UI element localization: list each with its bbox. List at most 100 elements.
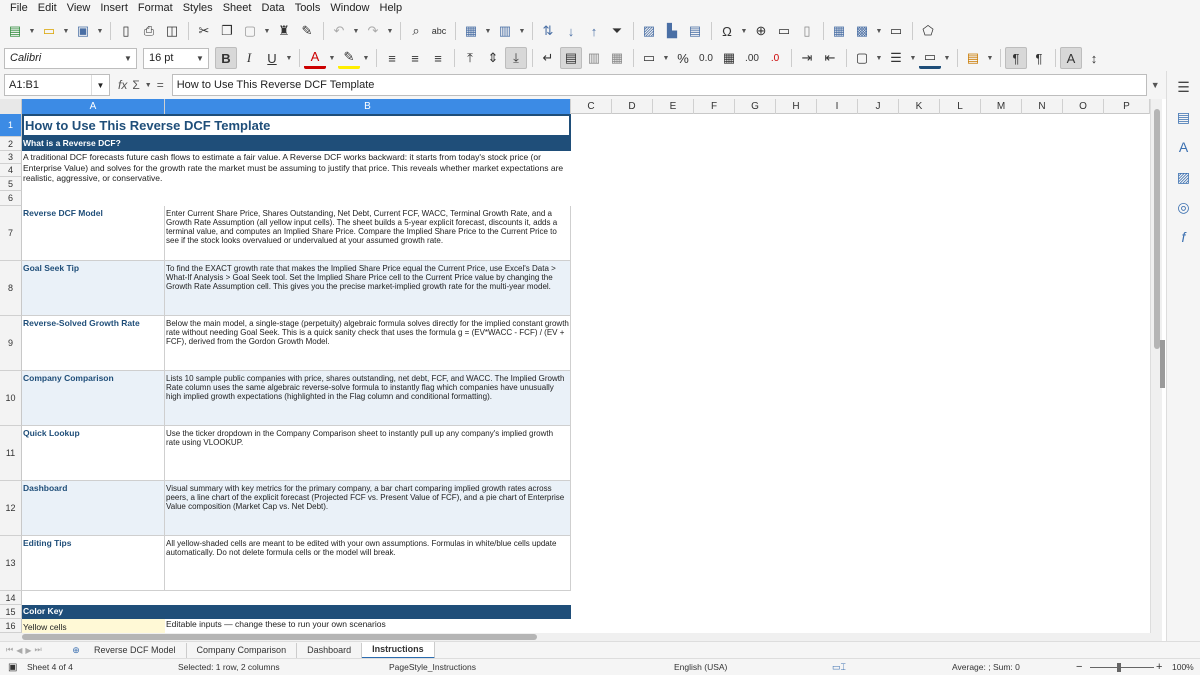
item-label-quick-lookup[interactable]: Quick Lookup — [22, 426, 165, 481]
menu-sheet[interactable]: Sheet — [218, 0, 257, 17]
bold-button[interactable]: B — [215, 47, 237, 69]
decrease-indent-icon[interactable]: ⇤ — [819, 47, 841, 69]
tab-dashboard[interactable]: Dashboard — [297, 642, 363, 658]
item-text-reverse-dcf-model[interactable]: Enter Current Share Price, Shares Outsta… — [165, 206, 571, 261]
selection-mode-icon[interactable]: ▭⌶ — [832, 659, 846, 675]
tab-company-comparison[interactable]: Company Comparison — [187, 642, 298, 658]
row-header[interactable]: 9 — [0, 316, 22, 371]
show-draw-functions-icon[interactable]: ⬠ — [917, 20, 939, 42]
column-header-g[interactable]: G — [735, 99, 776, 114]
row-header[interactable]: 8 — [0, 261, 22, 316]
page-style[interactable]: PageStyle_Instructions — [389, 659, 476, 675]
highlight-color-icon[interactable]: ✎ — [338, 47, 360, 69]
column-header-d[interactable]: D — [612, 99, 653, 114]
open-folder-icon[interactable]: ▭ — [38, 20, 60, 42]
tab-reverse-dcf-model[interactable]: Reverse DCF Model — [84, 642, 187, 658]
insert-image-icon[interactable]: ▨ — [638, 20, 660, 42]
last-sheet-icon[interactable]: ⏭ — [35, 645, 42, 655]
sheet-title-cell[interactable]: How to Use This Reverse DCF Template — [22, 114, 571, 137]
italic-button[interactable]: I — [238, 47, 260, 69]
vertical-scroll-thumb[interactable] — [1154, 109, 1160, 349]
menu-format[interactable]: Format — [133, 0, 178, 17]
column-header-a[interactable]: A — [22, 99, 165, 114]
properties-icon[interactable]: ▤ — [1174, 107, 1194, 127]
border-color-dropdown-icon[interactable]: ▼ — [942, 47, 952, 69]
insert-pivot-table-icon[interactable]: ▤ — [684, 20, 706, 42]
row-header[interactable]: 7 — [0, 206, 22, 261]
navigator-icon[interactable]: ◎ — [1174, 197, 1194, 217]
print-icon[interactable]: ⎙ — [138, 20, 160, 42]
comment-icon[interactable]: ▭ — [773, 20, 795, 42]
border-style-icon[interactable]: ☰ — [885, 47, 907, 69]
underline-dropdown-icon[interactable]: ▼ — [284, 47, 294, 69]
cut-icon[interactable]: ✂ — [193, 20, 215, 42]
row-header[interactable]: 12 — [0, 481, 22, 536]
headers-footers-icon[interactable]: ▯ — [796, 20, 818, 42]
new-dropdown-icon[interactable]: ▼ — [27, 20, 37, 42]
menu-window[interactable]: Window — [325, 0, 374, 17]
column-header-k[interactable]: K — [899, 99, 940, 114]
font-size-combo[interactable]: 16 pt ▼ — [143, 47, 209, 69]
item-text-reverse-solved-growth-rate[interactable]: Below the main model, a single-stage (pe… — [165, 316, 571, 371]
spreadsheet-grid[interactable]: A B C D E F G H I J K L M N O P 1 2 3 4 … — [0, 99, 1162, 633]
conditional-format-dropdown-icon[interactable]: ▼ — [985, 47, 995, 69]
chevron-down-icon[interactable]: ▼ — [91, 75, 109, 95]
item-text-goal-seek-tip[interactable]: To find the EXACT growth rate that makes… — [165, 261, 571, 316]
autofilter-icon[interactable]: ⏷ — [606, 20, 628, 42]
item-text-editing-tips[interactable]: All yellow-shaded cells are meant to be … — [165, 536, 571, 591]
menu-insert[interactable]: Insert — [95, 0, 133, 17]
column-header-b[interactable]: B — [165, 99, 571, 114]
align-right-icon[interactable]: ≡ — [427, 47, 449, 69]
text-orientation-vertical-icon[interactable]: ↕ — [1083, 47, 1105, 69]
underline-button[interactable]: U — [261, 47, 283, 69]
conditional-format-icon[interactable]: ▤ — [962, 47, 984, 69]
zoom-out-icon[interactable]: − — [1076, 659, 1082, 675]
column-header-m[interactable]: M — [981, 99, 1022, 114]
text-direction-rtl-icon[interactable]: ¶ — [1028, 47, 1050, 69]
row-header[interactable]: 2 — [0, 137, 22, 151]
new-document-icon[interactable]: ▤ — [4, 20, 26, 42]
redo-icon[interactable]: ↷ — [362, 20, 384, 42]
zoom-slider-track[interactable] — [1090, 667, 1154, 668]
first-sheet-icon[interactable]: ⏮ — [6, 645, 13, 655]
add-sheet-icon[interactable]: ⊕ — [68, 645, 84, 656]
merge-cells-icon[interactable]: ▥ — [583, 47, 605, 69]
text-orientation-horizontal-icon[interactable]: A — [1060, 47, 1082, 69]
select-all-corner[interactable] — [0, 99, 22, 114]
insert-chart-icon[interactable]: ▙ — [661, 20, 683, 42]
row-header[interactable]: 4 — [0, 164, 22, 177]
column-header-n[interactable]: N — [1022, 99, 1063, 114]
functions-icon[interactable]: f — [1174, 227, 1194, 247]
column-header-f[interactable]: F — [694, 99, 735, 114]
item-label-editing-tips[interactable]: Editing Tips — [22, 536, 165, 591]
expand-formula-bar-icon[interactable]: ▼ — [1151, 80, 1160, 90]
window-split-handle[interactable] — [1160, 340, 1165, 388]
align-center-icon[interactable]: ≡ — [404, 47, 426, 69]
add-decimal-button[interactable]: .00 — [741, 47, 763, 69]
formula-equals-button[interactable]: = — [157, 78, 164, 92]
row-dropdown-icon[interactable]: ▼ — [483, 20, 493, 42]
align-bottom-icon[interactable]: ⤓ — [505, 47, 527, 69]
intro-paragraph[interactable]: A traditional DCF forecasts future cash … — [22, 151, 571, 191]
column-icon[interactable]: ▥ — [494, 20, 516, 42]
save-icon[interactable]: ▣ — [72, 20, 94, 42]
zoom-level[interactable]: 100% — [1172, 659, 1194, 675]
document-modified-icon[interactable]: ▣ — [8, 659, 17, 675]
column-header-p[interactable]: P — [1104, 99, 1150, 114]
paste-icon[interactable]: ▢ — [239, 20, 261, 42]
number-format-button[interactable]: 0.0 — [695, 47, 717, 69]
find-replace-icon[interactable]: ⌕ — [405, 20, 427, 42]
item-label-reverse-solved-growth-rate[interactable]: Reverse-Solved Growth Rate — [22, 316, 165, 371]
row-header[interactable]: 6 — [0, 191, 22, 206]
menu-edit[interactable]: Edit — [33, 0, 62, 17]
delete-decimal-button[interactable]: .0 — [764, 47, 786, 69]
align-left-icon[interactable]: ≡ — [381, 47, 403, 69]
chevron-down-icon[interactable]: ▼ — [120, 49, 136, 68]
zoom-in-icon[interactable]: + — [1156, 659, 1162, 675]
zoom-slider-knob[interactable] — [1117, 663, 1121, 672]
item-text-dashboard[interactable]: Visual summary with key metrics for the … — [165, 481, 571, 536]
sort-icon[interactable]: ⇅ — [537, 20, 559, 42]
language-indicator[interactable]: English (USA) — [674, 659, 727, 675]
menu-tools[interactable]: Tools — [290, 0, 326, 17]
sort-ascending-icon[interactable]: ↓ — [560, 20, 582, 42]
